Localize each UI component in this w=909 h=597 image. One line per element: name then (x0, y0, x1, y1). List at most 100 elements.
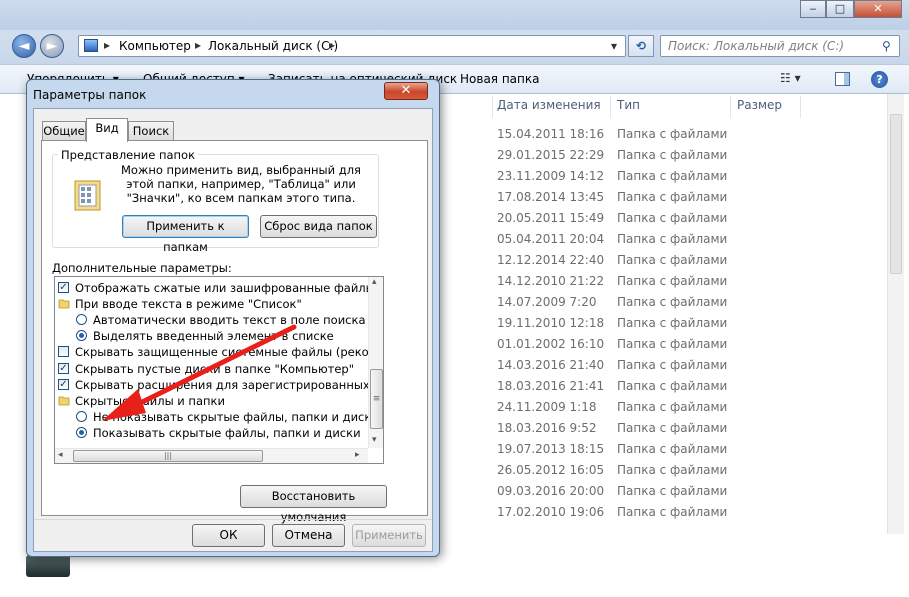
forward-button[interactable]: ► (40, 34, 64, 58)
row-date: 05.04.2011 20:04 (497, 232, 605, 246)
column-header-date[interactable]: Дата изменения (497, 98, 601, 112)
tree-vertical-scrollbar[interactable]: ▴ ≡ ▾ (368, 277, 383, 448)
row-type: Папка с файлами (617, 442, 728, 456)
row-type: Папка с файлами (617, 253, 728, 267)
settings-item-label: Показывать скрытые файлы, папки и диски (93, 425, 361, 440)
reset-folders-button[interactable]: Сброс вида папок (260, 215, 377, 238)
table-row[interactable]: 12.12.2014 22:40 Папка с файлами (445, 250, 895, 271)
scroll-up-icon[interactable]: ▴ (372, 277, 377, 287)
tab-search[interactable]: Поиск (128, 121, 174, 141)
scroll-left-icon[interactable]: ◂ (58, 450, 63, 460)
column-divider (730, 96, 731, 118)
settings-item-label: Автоматически вводить текст в поле поиск… (93, 313, 366, 328)
radio-icon[interactable] (76, 410, 87, 422)
dialog-close-button[interactable]: ✕ (384, 82, 428, 100)
scroll-right-icon[interactable]: ▸ (355, 450, 360, 460)
breadcrumb-separator: ▸ (104, 38, 111, 52)
table-row[interactable]: 19.11.2010 12:18 Папка с файлами (445, 313, 895, 334)
apply-button[interactable]: Применить (352, 524, 426, 547)
address-dropdown-icon[interactable]: ▾ (611, 39, 617, 53)
views-menu[interactable]: ☷ ▾ (780, 71, 801, 85)
checkbox-checked-icon[interactable]: ✓ (58, 282, 69, 293)
search-placeholder: Поиск: Локальный диск (C:) (668, 39, 845, 53)
table-row[interactable]: 01.01.2002 16:10 Папка с файлами (445, 334, 895, 355)
restore-defaults-button[interactable]: Восстановить умолчания (240, 485, 387, 524)
radio-icon[interactable] (76, 314, 87, 326)
file-list: 15.04.2011 18:16 Папка с файлами 29.01.201… (445, 94, 895, 597)
folder-options-dialog: Параметры папок ✕ Общие Вид Поиск Предст… (26, 79, 440, 557)
row-date: 29.01.2015 22:29 (497, 148, 605, 162)
table-row[interactable]: 19.07.2013 18:15 Папка с файлами (445, 439, 895, 460)
settings-item-radio[interactable]: Показывать скрытые файлы, папки и диски (55, 425, 361, 441)
column-header-size[interactable]: Размер (737, 98, 782, 112)
table-row[interactable]: 14.03.2016 21:40 Папка с файлами (445, 355, 895, 376)
scroll-down-icon[interactable]: ▾ (372, 435, 377, 445)
checkbox-checked-icon[interactable]: ✓ (58, 362, 69, 374)
table-row[interactable]: 24.11.2009 1:18 Папка с файлами (445, 397, 895, 418)
new-folder-button[interactable]: Новая папка (460, 72, 539, 86)
table-row[interactable]: 18.03.2016 21:41 Папка с файлами (445, 376, 895, 397)
radio-selected-icon[interactable] (76, 330, 87, 342)
computer-icon (84, 39, 98, 52)
radio-selected-icon[interactable] (76, 426, 87, 438)
row-date: 14.03.2016 21:40 (497, 358, 605, 372)
help-icon[interactable]: ? (871, 71, 888, 88)
apply-to-folders-button[interactable]: Применить к папкам (122, 215, 249, 254)
settings-item-radio[interactable]: Автоматически вводить текст в поле поиск… (55, 312, 366, 328)
table-row[interactable]: 29.01.2015 22:29 Папка с файлами (445, 145, 895, 166)
settings-item-check[interactable]: ✓ Скрывать расширения для зарегистрирован… (55, 377, 368, 393)
settings-item-check[interactable]: Скрывать защищенные системные файлы (рек… (55, 344, 368, 360)
advanced-settings-label: Дополнительные параметры: (52, 261, 232, 275)
address-bar[interactable]: ▸ Компьютер ▸ Локальный диск (C:) ▸ ▾ (78, 35, 626, 57)
table-row[interactable]: 23.11.2009 14:12 Папка с файлами (445, 166, 895, 187)
table-row[interactable]: 05.04.2011 20:04 Папка с файлами (445, 229, 895, 250)
table-row[interactable]: 09.03.2016 20:00 Папка с файлами (445, 481, 895, 502)
row-date: 18.03.2016 9:52 (497, 421, 597, 435)
checkbox-icon[interactable] (58, 346, 69, 358)
row-type: Папка с файлами (617, 400, 728, 414)
refresh-button[interactable]: ⟲ (628, 35, 654, 57)
row-date: 19.07.2013 18:15 (497, 442, 605, 456)
search-input[interactable]: Поиск: Локальный диск (C:) ⚲ (660, 35, 900, 57)
settings-item-label: Скрывать пустые диски в папке "Компьютер… (75, 361, 354, 376)
search-icon[interactable]: ⚲ (882, 39, 891, 53)
row-type: Папка с файлами (617, 274, 728, 288)
row-date: 01.01.2002 16:10 (497, 337, 605, 351)
tab-view[interactable]: Вид (86, 118, 128, 142)
row-type: Папка с файлами (617, 484, 728, 498)
checkbox-checked-icon[interactable]: ✓ (58, 378, 69, 390)
settings-item-check[interactable]: ✓ Отображать сжатые или зашифрованные фай… (55, 280, 368, 296)
ok-button[interactable]: ОК (192, 524, 265, 547)
column-header-type[interactable]: Тип (617, 98, 640, 112)
tree-scroll-thumb[interactable]: ≡ (370, 369, 383, 429)
tree-horizontal-scrollbar[interactable]: ◂ ||| ▸ (55, 448, 368, 463)
row-date: 23.11.2009 14:12 (497, 169, 605, 183)
explorer-window: ‒ □ ✕ ◄ ► ▸ Компьютер ▸ Локальный диск (… (0, 0, 909, 597)
table-row[interactable]: 20.05.2011 15:49 Папка с файлами (445, 208, 895, 229)
table-row[interactable]: 14.12.2010 21:22 Папка с файлами (445, 271, 895, 292)
minimize-button[interactable]: ‒ (800, 0, 826, 18)
settings-item-radio[interactable]: Выделять введенный элемент в списке (55, 328, 355, 344)
tab-general[interactable]: Общие (42, 121, 86, 141)
settings-item-check[interactable]: ✓ Скрывать пустые диски в папке "Компьюте… (55, 361, 355, 377)
folder-icon (58, 396, 70, 406)
table-row[interactable]: 26.05.2012 16:05 Папка с файлами (445, 460, 895, 481)
back-button[interactable]: ◄ (12, 34, 36, 58)
cancel-button[interactable]: Отмена (272, 524, 345, 547)
row-date: 24.11.2009 1:18 (497, 400, 597, 414)
table-row[interactable]: 14.07.2009 7:20 Папка с файлами (445, 292, 895, 313)
close-button[interactable]: ✕ (854, 0, 902, 18)
preview-pane-icon[interactable] (835, 72, 850, 86)
settings-item-label: Выделять введенный элемент в списке (93, 329, 334, 344)
scrollbar-thumb[interactable] (890, 114, 902, 274)
table-row[interactable]: 18.03.2016 9:52 Папка с файлами (445, 418, 895, 439)
tree-hscroll-thumb[interactable]: ||| (73, 450, 263, 462)
settings-item-radio[interactable]: Не показывать скрытые файлы, папки и дис… (55, 409, 368, 425)
table-row[interactable]: 15.04.2011 18:16 Папка с файлами (445, 124, 895, 145)
table-row[interactable]: 17.02.2010 19:06 Папка с файлами (445, 502, 895, 523)
maximize-button[interactable]: □ (826, 0, 854, 18)
file-list-scrollbar[interactable] (887, 94, 904, 534)
table-row[interactable]: 17.08.2014 13:45 Папка с файлами (445, 187, 895, 208)
breadcrumb-computer[interactable]: Компьютер (119, 39, 191, 53)
breadcrumb-local-disk[interactable]: Локальный диск (C:) (208, 39, 338, 53)
